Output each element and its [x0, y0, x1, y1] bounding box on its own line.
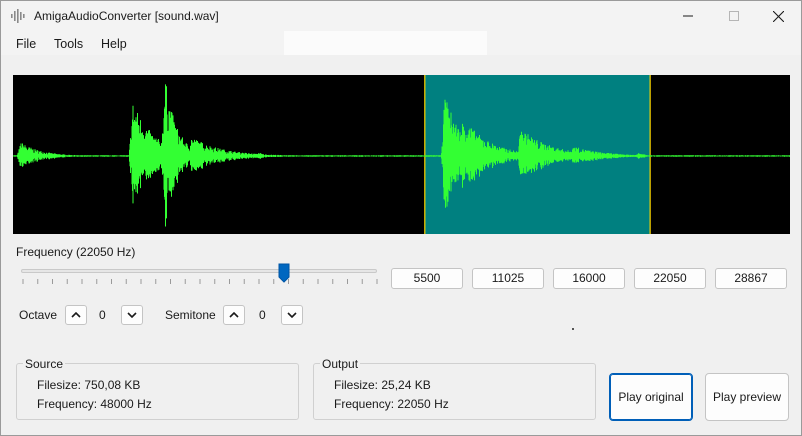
- slider-thumb[interactable]: [278, 263, 290, 283]
- source-frequency: Frequency: 48000 Hz: [37, 397, 152, 411]
- window-title: AmigaAudioConverter [sound.wav]: [34, 9, 219, 23]
- octave-down-button[interactable]: [121, 305, 143, 325]
- chevron-down-icon: [127, 312, 137, 318]
- octave-value: 0: [99, 308, 106, 322]
- preset-11025-button[interactable]: 11025: [472, 268, 544, 289]
- preset-16000-button[interactable]: 16000: [553, 268, 625, 289]
- frequency-slider[interactable]: [19, 259, 381, 293]
- close-button[interactable]: [755, 1, 801, 31]
- maximize-button[interactable]: [711, 1, 757, 31]
- menu-bar: File Tools Help: [1, 31, 801, 55]
- stray-pixel: [572, 328, 574, 330]
- chevron-down-icon: [287, 312, 297, 318]
- play-preview-button[interactable]: Play preview: [705, 373, 789, 421]
- app-window: AmigaAudioConverter [sound.wav] File Too…: [0, 0, 802, 436]
- preset-28867-button[interactable]: 28867: [715, 268, 787, 289]
- title-bar[interactable]: AmigaAudioConverter [sound.wav]: [1, 1, 801, 31]
- play-original-button[interactable]: Play original: [609, 373, 693, 421]
- frequency-label: Frequency (22050 Hz): [16, 245, 136, 259]
- waveform-app-icon: [11, 9, 25, 23]
- semitone-value: 0: [259, 308, 266, 322]
- menu-bar-highlight: [284, 31, 487, 55]
- chevron-up-icon: [229, 312, 239, 318]
- output-title: Output: [320, 357, 361, 371]
- waveform-view[interactable]: [13, 75, 790, 234]
- minimize-icon: [683, 15, 693, 17]
- waveform-canvas[interactable]: [13, 75, 790, 234]
- output-filesize: Filesize: 25,24 KB: [334, 378, 431, 392]
- octave-label: Octave: [19, 308, 58, 322]
- semitone-down-button[interactable]: [281, 305, 303, 325]
- slider-track[interactable]: [21, 269, 377, 273]
- menu-help[interactable]: Help: [101, 37, 127, 51]
- preset-22050-button[interactable]: 22050: [634, 268, 706, 289]
- semitone-up-button[interactable]: [223, 305, 245, 325]
- maximize-icon: [729, 11, 739, 21]
- slider-ticks: [22, 279, 378, 284]
- source-filesize: Filesize: 750,08 KB: [37, 378, 141, 392]
- octave-up-button[interactable]: [65, 305, 87, 325]
- waveform-signal: [13, 84, 790, 227]
- output-frequency: Frequency: 22050 Hz: [334, 397, 449, 411]
- source-title: Source: [23, 357, 66, 371]
- menu-tools[interactable]: Tools: [54, 37, 83, 51]
- chevron-up-icon: [71, 312, 81, 318]
- close-icon: [772, 10, 784, 22]
- semitone-label: Semitone: [165, 308, 216, 322]
- minimize-button[interactable]: [665, 1, 711, 31]
- preset-5500-button[interactable]: 5500: [391, 268, 463, 289]
- menu-file[interactable]: File: [16, 37, 36, 51]
